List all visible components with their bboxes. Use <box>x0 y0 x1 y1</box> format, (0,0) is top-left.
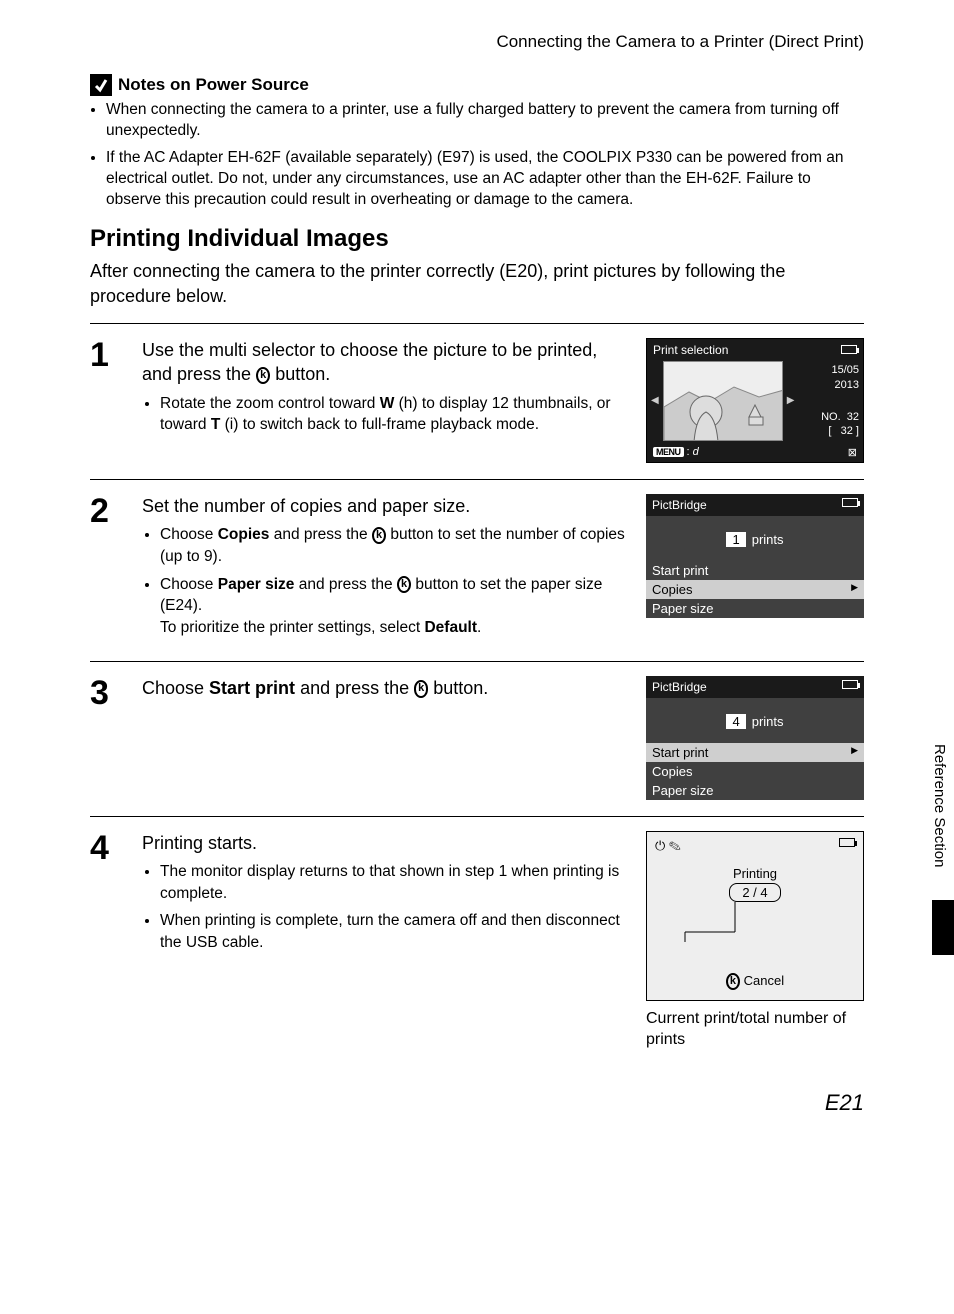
paper-size-label: Paper size <box>218 576 295 593</box>
step-1: 1 Use the multi selector to choose the p… <box>90 330 864 473</box>
no-label: NO. <box>821 411 841 423</box>
divider <box>90 661 864 662</box>
exit-icon: ⊠ <box>848 446 857 459</box>
battery-icon <box>842 680 858 689</box>
text: Rotate the zoom control toward <box>160 395 380 412</box>
step-head-text: Use the multi selector to choose the pic… <box>142 340 597 384</box>
menu-copies: Copies <box>646 762 864 781</box>
lcd-print-selection: Print selection ◀ ▶ <box>646 338 864 463</box>
right-arrow-icon: ▶ <box>851 745 858 756</box>
start-print-label: Start print <box>209 678 295 698</box>
note-item: If the AC Adapter EH-62F (available sepa… <box>106 148 864 211</box>
text: To prioritize the printer settings, sele… <box>160 619 424 636</box>
lcd-title: PictBridge <box>652 498 707 512</box>
side-tab-label: Reference Section <box>925 740 954 871</box>
note-item: When connecting the camera to a printer,… <box>106 100 864 142</box>
step-number: 3 <box>90 676 124 800</box>
prints-label: prints <box>752 714 784 729</box>
menu-paper-size: Paper size <box>646 599 864 618</box>
step-head-text: Set the number of copies and paper size. <box>142 494 628 518</box>
menu-start-print: Start print <box>646 561 864 580</box>
print-progress: 2 / 4 <box>729 883 780 902</box>
alert-icon <box>90 74 112 96</box>
text: Choose <box>160 576 218 593</box>
step-body: Use the multi selector to choose the pic… <box>142 338 628 463</box>
lcd-title: PictBridge <box>652 680 707 694</box>
text: and press the <box>269 526 372 543</box>
battery-icon <box>839 838 855 847</box>
print-count: 1 <box>726 532 745 547</box>
zoom-w: W <box>380 395 395 412</box>
step-body: Set the number of copies and paper size.… <box>142 494 628 645</box>
step-2: 2 Set the number of copies and paper siz… <box>90 486 864 655</box>
cancel-label: Cancel <box>744 973 784 988</box>
section-title: Printing Individual Images <box>90 225 864 253</box>
text: (i) to switch back to full-frame playbac… <box>220 416 539 433</box>
divider <box>90 323 864 324</box>
ok-icon: k <box>414 680 428 697</box>
power-icon: ⏻ ✎ <box>655 838 681 854</box>
menu-start-print: Start print▶ <box>646 743 864 762</box>
lcd-pictbridge-copies: PictBridge 1 prints Start print Copies▶ P… <box>646 494 864 645</box>
ok-icon: k <box>256 367 270 384</box>
default-label: Default <box>424 619 477 636</box>
step-number: 2 <box>90 494 124 645</box>
divider <box>90 816 864 817</box>
battery-icon <box>841 345 857 354</box>
notes-heading-row: Notes on Power Source <box>90 74 864 96</box>
menu-label: MENU <box>653 447 684 457</box>
menu-paper-size: Paper size <box>646 781 864 800</box>
no-value: 32 <box>847 411 859 423</box>
text: and press the <box>295 678 414 698</box>
lcd-pictbridge-start: PictBridge 4 prints Start print▶ Copies P… <box>646 676 864 800</box>
step-body: Choose Start print and press the k butto… <box>142 676 628 800</box>
step-bullet: Rotate the zoom control toward W (h) to … <box>160 393 628 436</box>
step-bullet: Choose Paper size and press the k button… <box>160 574 628 639</box>
ok-icon: k <box>726 973 740 990</box>
step-3: 3 Choose Start print and press the k but… <box>90 668 864 810</box>
text: . <box>477 619 481 636</box>
right-arrow-icon: ▶ <box>787 395 795 406</box>
step-bullet: When printing is complete, turn the came… <box>160 910 628 953</box>
printing-label: Printing <box>647 866 863 881</box>
step-4: 4 Printing starts. The monitor display r… <box>90 823 864 1061</box>
divider <box>90 479 864 480</box>
menu-copies: Copies▶ <box>646 580 864 599</box>
page-number: E21 <box>90 1090 864 1116</box>
text: button. <box>428 678 488 698</box>
page: Connecting the Camera to a Printer (Dire… <box>0 0 954 1156</box>
intro-text: After connecting the camera to the print… <box>90 259 864 309</box>
lcd-title: Print selection <box>653 343 728 357</box>
step-number: 4 <box>90 831 124 1051</box>
count: 32 <box>841 425 853 437</box>
lcd-year: 2013 <box>798 378 859 392</box>
step-head-text: button. <box>270 364 330 384</box>
text: Choose <box>160 526 218 543</box>
step-number: 1 <box>90 338 124 463</box>
step-bullet: The monitor display returns to that show… <box>160 861 628 904</box>
ok-icon: k <box>397 576 411 593</box>
text: and press the <box>294 576 397 593</box>
right-arrow-icon: ▶ <box>851 582 858 593</box>
prints-label: prints <box>752 532 784 547</box>
notes-list: When connecting the camera to a printer,… <box>90 100 864 211</box>
print-count: 4 <box>726 714 745 729</box>
thumbnail <box>663 361 783 441</box>
left-arrow-icon: ◀ <box>651 395 659 406</box>
breadcrumb: Connecting the Camera to a Printer (Dire… <box>90 32 864 52</box>
lcd-printing: ⏻ ✎ Printing 2 / 4 k Cancel Current prin… <box>646 831 864 1051</box>
text: Choose <box>142 678 209 698</box>
step-body: Printing starts. The monitor display ret… <box>142 831 628 1051</box>
notes-heading: Notes on Power Source <box>118 75 309 95</box>
progress-caption: Current print/total number of prints <box>646 1009 864 1051</box>
step-bullet: Choose Copies and press the k button to … <box>160 524 628 567</box>
copies-label: Copies <box>218 526 270 543</box>
battery-icon <box>842 498 858 507</box>
zoom-t: T <box>211 416 220 433</box>
ok-icon: k <box>372 527 386 544</box>
side-tab-marker <box>932 900 954 955</box>
lcd-date: 15/05 <box>798 363 859 377</box>
step-head-text: Printing starts. <box>142 831 628 855</box>
